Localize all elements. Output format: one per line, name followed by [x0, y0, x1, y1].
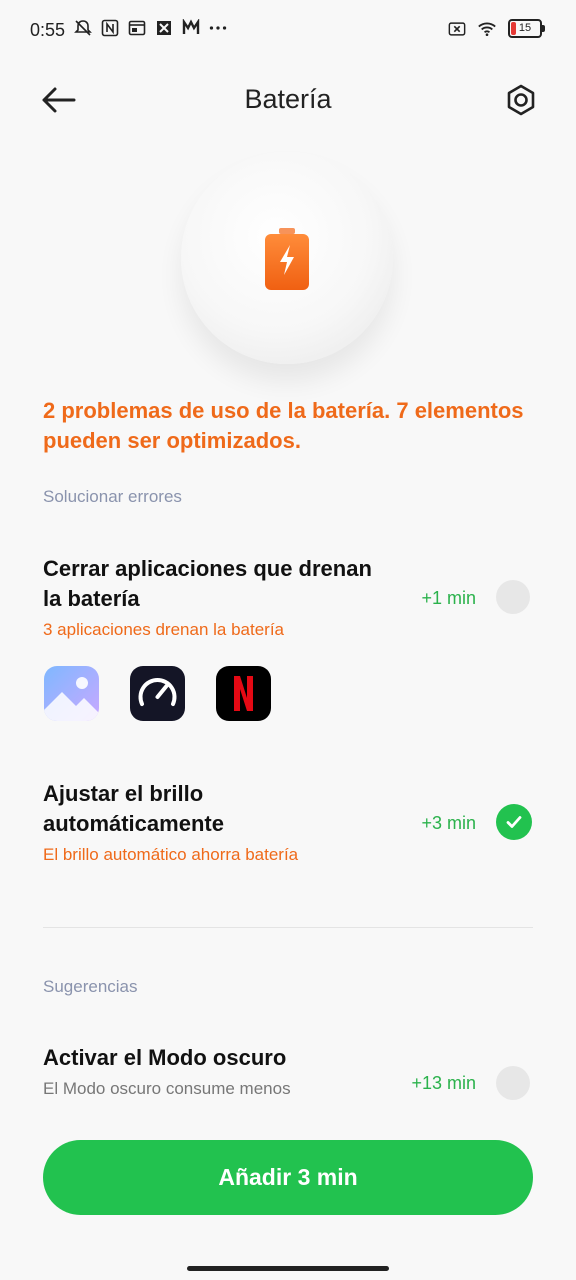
silent-icon	[74, 19, 92, 37]
add-time-button[interactable]: Añadir 3 min	[43, 1140, 533, 1215]
select-checkbox[interactable]	[496, 1066, 530, 1100]
item-subtitle: El Modo oscuro consume menos	[43, 1079, 291, 1098]
item-subtitle: El brillo automático ahorra batería	[43, 845, 299, 864]
status-icons-left	[74, 19, 227, 37]
status-time: 0:55	[30, 20, 66, 40]
select-checkbox[interactable]	[496, 804, 532, 840]
time-gain: +3 min	[421, 813, 476, 833]
nfc-icon	[101, 19, 119, 37]
item-title: Ajustar el brillo automáticamente	[43, 781, 224, 836]
battery-level: 15	[518, 22, 532, 34]
battery-charging-icon	[265, 228, 309, 290]
section-label-suggestions: Sugerencias	[43, 977, 138, 996]
item-title: Activar el Modo oscuro	[43, 1045, 287, 1070]
divider	[43, 927, 533, 928]
item-title: Cerrar aplicaciones que drenan la baterí…	[43, 556, 372, 611]
status-bar: 0:55 15	[0, 0, 576, 62]
wifi-icon	[478, 20, 496, 38]
battery-icon: 15	[508, 19, 545, 38]
app-notification-icon	[182, 19, 200, 37]
battery-issues-headline: 2 problemas de uso de la batería. 7 elem…	[43, 398, 524, 453]
battery-status-orb	[181, 152, 393, 364]
select-checkbox[interactable]	[496, 580, 530, 614]
gallery-app-icon	[44, 666, 99, 721]
netflix-app-icon	[216, 666, 271, 721]
speedtest-app-icon	[130, 666, 185, 721]
time-gain: +13 min	[411, 1073, 476, 1093]
top-bar: Batería	[0, 70, 576, 130]
more-icon	[209, 19, 227, 37]
no-sim-icon	[448, 20, 466, 38]
page-title: Batería	[244, 84, 332, 114]
app-notification-icon	[155, 19, 173, 37]
settings-button[interactable]	[503, 82, 539, 118]
item-subtitle: 3 aplicaciones drenan la batería	[43, 620, 284, 639]
status-icons-right: 15	[448, 19, 545, 38]
section-label-fix: Solucionar errores	[43, 487, 182, 506]
time-gain: +1 min	[421, 588, 476, 608]
home-indicator[interactable]	[187, 1266, 389, 1271]
checkmark-icon	[506, 816, 522, 828]
screen-cast-icon	[128, 19, 146, 37]
gear-icon	[507, 84, 535, 116]
